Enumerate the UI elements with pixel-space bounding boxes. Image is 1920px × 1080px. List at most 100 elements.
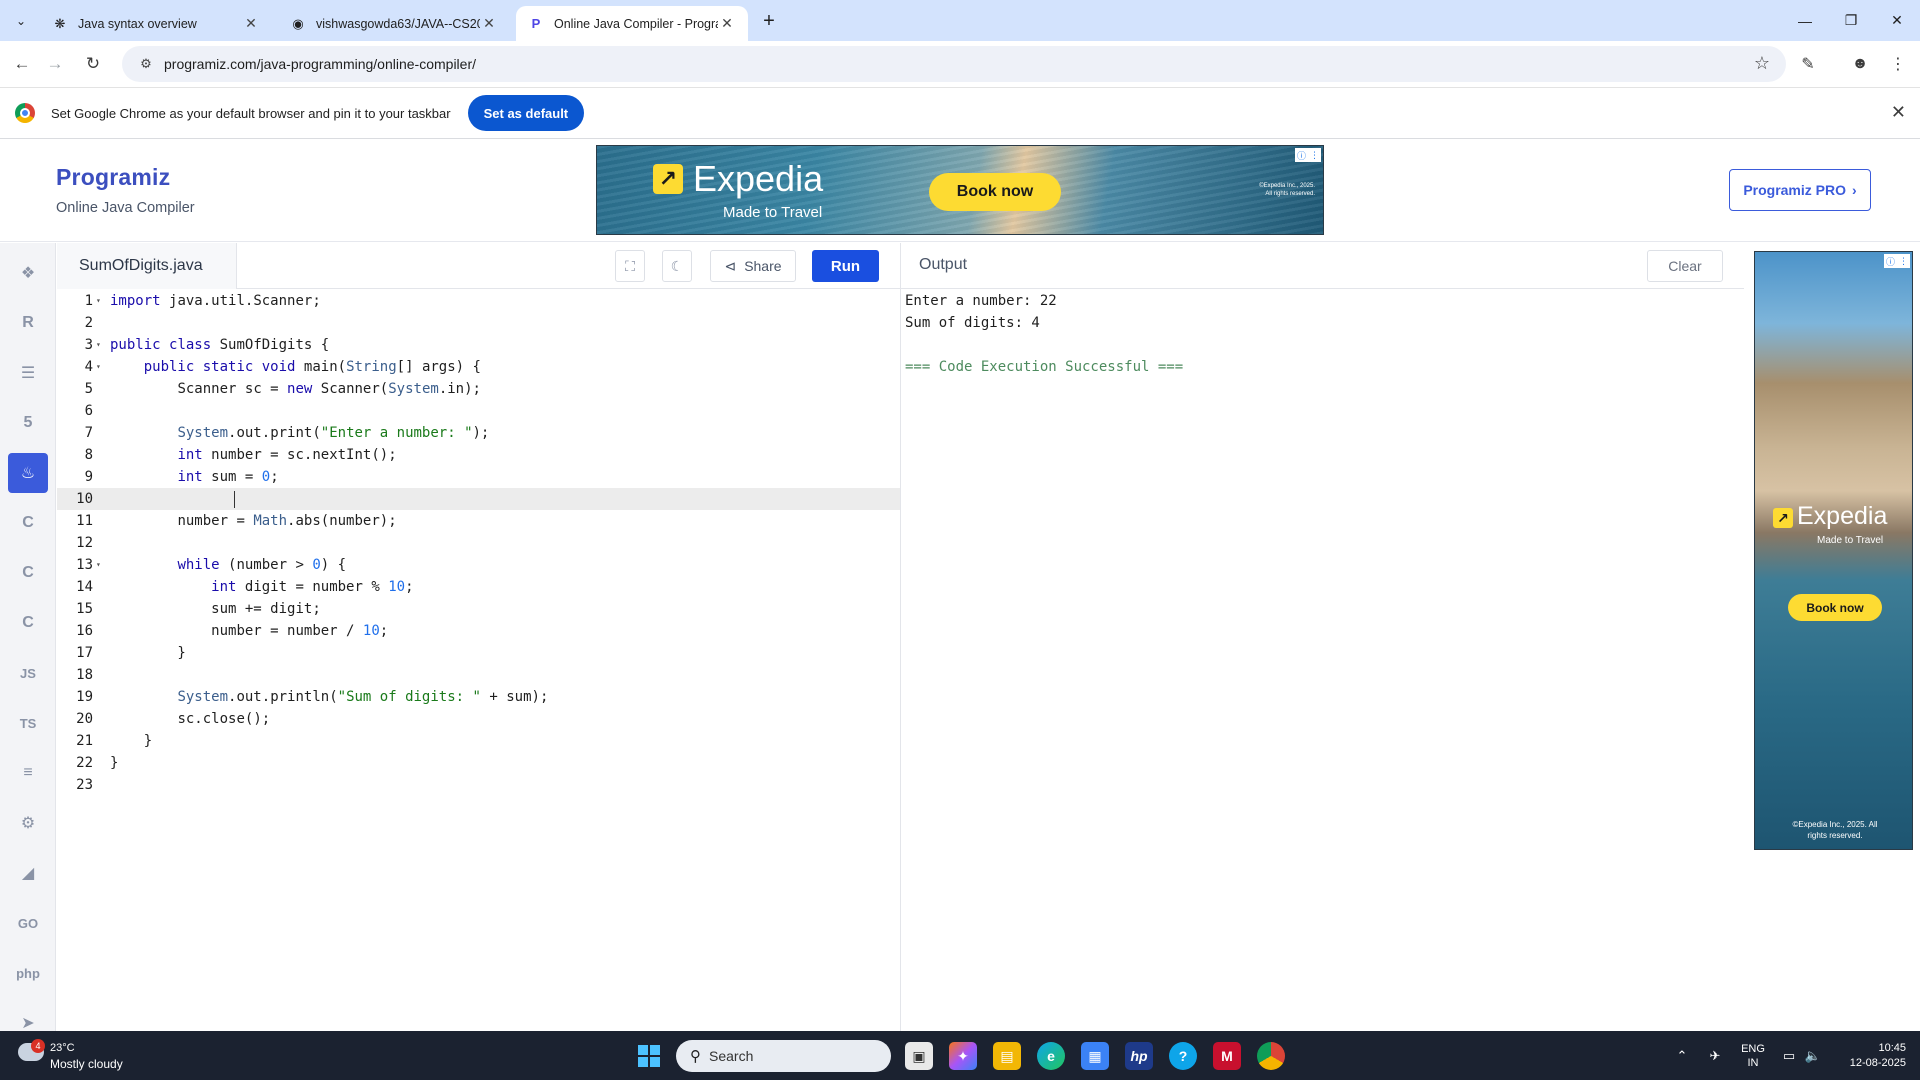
side-ad[interactable]: ⓘ ⋮ ↗ Expedia Made to Travel Book now ©Ex… <box>1754 251 1913 850</box>
tab-github[interactable]: ◉ vishwasgowda63/JAVA--CS2053 ✕ <box>278 6 510 41</box>
share-button[interactable]: ⊲ Share <box>710 250 796 282</box>
site-info-icon[interactable]: ⚙ <box>130 56 162 72</box>
programiz-logo[interactable]: Programiz <box>56 164 170 191</box>
code-line[interactable]: 10 <box>57 488 900 510</box>
code-line[interactable]: 17 } <box>57 642 900 664</box>
profile-icon[interactable]: ☻ <box>1846 50 1874 78</box>
microsoft-store-icon[interactable]: ▦ <box>1081 1042 1109 1070</box>
ad-book-now-button[interactable]: Book now <box>929 173 1061 211</box>
close-window-icon[interactable]: ✕ <box>1874 0 1920 41</box>
extensions-icon[interactable]: ✎ <box>1794 50 1822 78</box>
clock[interactable]: 10:45 12-08-2025 <box>1826 1041 1906 1071</box>
chrome-taskbar-icon[interactable] <box>1257 1042 1285 1070</box>
programiz-pro-button[interactable]: Programiz PRO › <box>1729 169 1871 211</box>
tab-close-icon[interactable]: ✕ <box>242 15 260 32</box>
output-console[interactable]: Enter a number: 22 Sum of digits: 4 === Co… <box>900 289 1744 1031</box>
menu-icon[interactable]: ⋮ <box>1884 50 1912 78</box>
cpp-icon[interactable]: C <box>8 553 48 593</box>
restore-icon[interactable]: ❐ <box>1828 0 1874 41</box>
copilot-icon[interactable]: ✦ <box>949 1042 977 1070</box>
show-hidden-icons-chevron-icon[interactable]: ⌃ <box>1670 1031 1694 1080</box>
tab-close-icon[interactable]: ✕ <box>480 15 498 32</box>
fold-arrow-icon[interactable]: ▾ <box>96 554 101 576</box>
network-icon[interactable]: ✈ <box>1703 1031 1727 1080</box>
kotlin-icon[interactable]: ◢ <box>8 853 48 893</box>
code-line[interactable]: 13 ▾ while (number > 0) { <box>57 554 900 576</box>
run-button[interactable]: Run <box>812 250 879 282</box>
hp-icon[interactable]: hp <box>1125 1042 1153 1070</box>
code-line[interactable]: 21 } <box>57 730 900 752</box>
ts-icon[interactable]: TS <box>8 703 48 743</box>
reload-icon[interactable]: ↻ <box>79 50 107 78</box>
back-icon[interactable]: ← <box>8 50 36 78</box>
java-icon[interactable]: ♨ <box>8 453 48 493</box>
fold-arrow-icon[interactable]: ▾ <box>96 290 101 312</box>
html-icon[interactable]: 5 <box>8 403 48 443</box>
bookmark-star-icon[interactable]: ☆ <box>1754 53 1770 74</box>
set-as-default-button[interactable]: Set as default <box>467 95 585 131</box>
code-line[interactable]: 11 number = Math.abs(number); <box>57 510 900 532</box>
dark-mode-moon-icon[interactable]: ☾ <box>662 250 692 282</box>
tab-close-icon[interactable]: ✕ <box>718 15 736 32</box>
code-line[interactable]: 22} <box>57 752 900 774</box>
code-line[interactable]: 1 ▾ import java.util.Scanner; <box>57 290 900 312</box>
address-bar[interactable]: ⚙ programiz.com/java-programming/online-… <box>122 46 1786 82</box>
help-icon[interactable]: ? <box>1169 1042 1197 1070</box>
code-line[interactable]: 23 <box>57 774 900 796</box>
weather-description[interactable]: Mostly cloudy <box>50 1057 123 1071</box>
code-line[interactable]: 12 <box>57 532 900 554</box>
js-icon[interactable]: JS <box>8 653 48 693</box>
clear-button[interactable]: Clear <box>1647 250 1723 282</box>
weather-temperature[interactable]: 23°C <box>50 1042 75 1054</box>
code-line[interactable]: 6 <box>57 400 900 422</box>
sql-icon[interactable]: ☰ <box>8 353 48 393</box>
csharp-icon[interactable]: C <box>8 603 48 643</box>
code-line[interactable]: 4 ▾ public static void main(String[] args… <box>57 356 900 378</box>
r-icon[interactable]: R <box>8 303 48 343</box>
code-line[interactable]: 19 System.out.println("Sum of digits: " … <box>57 686 900 708</box>
banner-ad[interactable]: ↗ Expedia Made to Travel Book now ©Exped… <box>596 145 1324 235</box>
new-tab-button[interactable]: + <box>756 8 782 34</box>
code-line[interactable]: 14 int digit = number % 10; <box>57 576 900 598</box>
code-line[interactable]: 18 <box>57 664 900 686</box>
c-icon[interactable]: C <box>8 503 48 543</box>
ad-choices-icon[interactable]: ⓘ ⋮ <box>1884 254 1910 268</box>
code-line[interactable]: 20 sc.close(); <box>57 708 900 730</box>
edge-icon[interactable]: e <box>1037 1042 1065 1070</box>
code-line[interactable]: 15 sum += digit; <box>57 598 900 620</box>
ad-choices-icon[interactable]: ⓘ ⋮ <box>1295 148 1321 162</box>
code-line[interactable]: 16 number = number / 10; <box>57 620 900 642</box>
fullscreen-icon[interactable]: ⛶ <box>615 250 645 282</box>
code-line[interactable]: 7 System.out.print("Enter a number: "); <box>57 422 900 444</box>
minimize-icon[interactable]: — <box>1782 0 1828 41</box>
mcafee-icon[interactable]: M <box>1213 1042 1241 1070</box>
code-line[interactable]: 9 int sum = 0; <box>57 466 900 488</box>
code-editor[interactable]: 1 ▾ import java.util.Scanner; 2 3 ▾ public cla… <box>57 289 900 1031</box>
language-indicator[interactable]: ENG IN <box>1738 1031 1768 1080</box>
tab-search-chevron-icon[interactable]: ⌄ <box>8 8 34 34</box>
task-view-icon[interactable]: ▣ <box>905 1042 933 1070</box>
infobar-close-icon[interactable]: ✕ <box>1891 102 1906 123</box>
fold-arrow-icon[interactable]: ▾ <box>96 334 101 356</box>
taskbar-search[interactable]: ⚲ Search <box>676 1040 891 1072</box>
fold-arrow-icon[interactable]: ▾ <box>96 356 101 378</box>
php-icon[interactable]: php <box>8 953 48 993</box>
display-icon[interactable]: ▭ <box>1778 1031 1800 1080</box>
code-line[interactable]: 2 <box>57 312 900 334</box>
code-line[interactable]: 5 Scanner sc = new Scanner(System.in); <box>57 378 900 400</box>
go-icon[interactable]: GO <box>8 903 48 943</box>
go-stack-icon[interactable]: ≡ <box>8 753 48 793</box>
rust-icon[interactable]: ⚙ <box>8 803 48 843</box>
code-line[interactable]: 8 int number = sc.nextInt(); <box>57 444 900 466</box>
url-text[interactable]: programiz.com/java-programming/online-co… <box>164 56 476 72</box>
python-icon[interactable]: ❖ <box>8 253 48 293</box>
code-line[interactable]: 3 ▾ public class SumOfDigits { <box>57 334 900 356</box>
forward-icon[interactable]: → <box>41 50 69 78</box>
tab-java-syntax[interactable]: ❋ Java syntax overview ✕ <box>40 6 272 41</box>
windows-start-icon[interactable] <box>638 1045 660 1067</box>
filename-tab[interactable]: SumOfDigits.java <box>57 243 237 289</box>
side-ad-book-now-button[interactable]: Book now <box>1788 594 1882 621</box>
tab-programiz[interactable]: P Online Java Compiler - Program ✕ <box>516 6 748 41</box>
volume-mute-icon[interactable]: 🔈 <box>1802 1031 1824 1080</box>
file-explorer-icon[interactable]: ▤ <box>993 1042 1021 1070</box>
